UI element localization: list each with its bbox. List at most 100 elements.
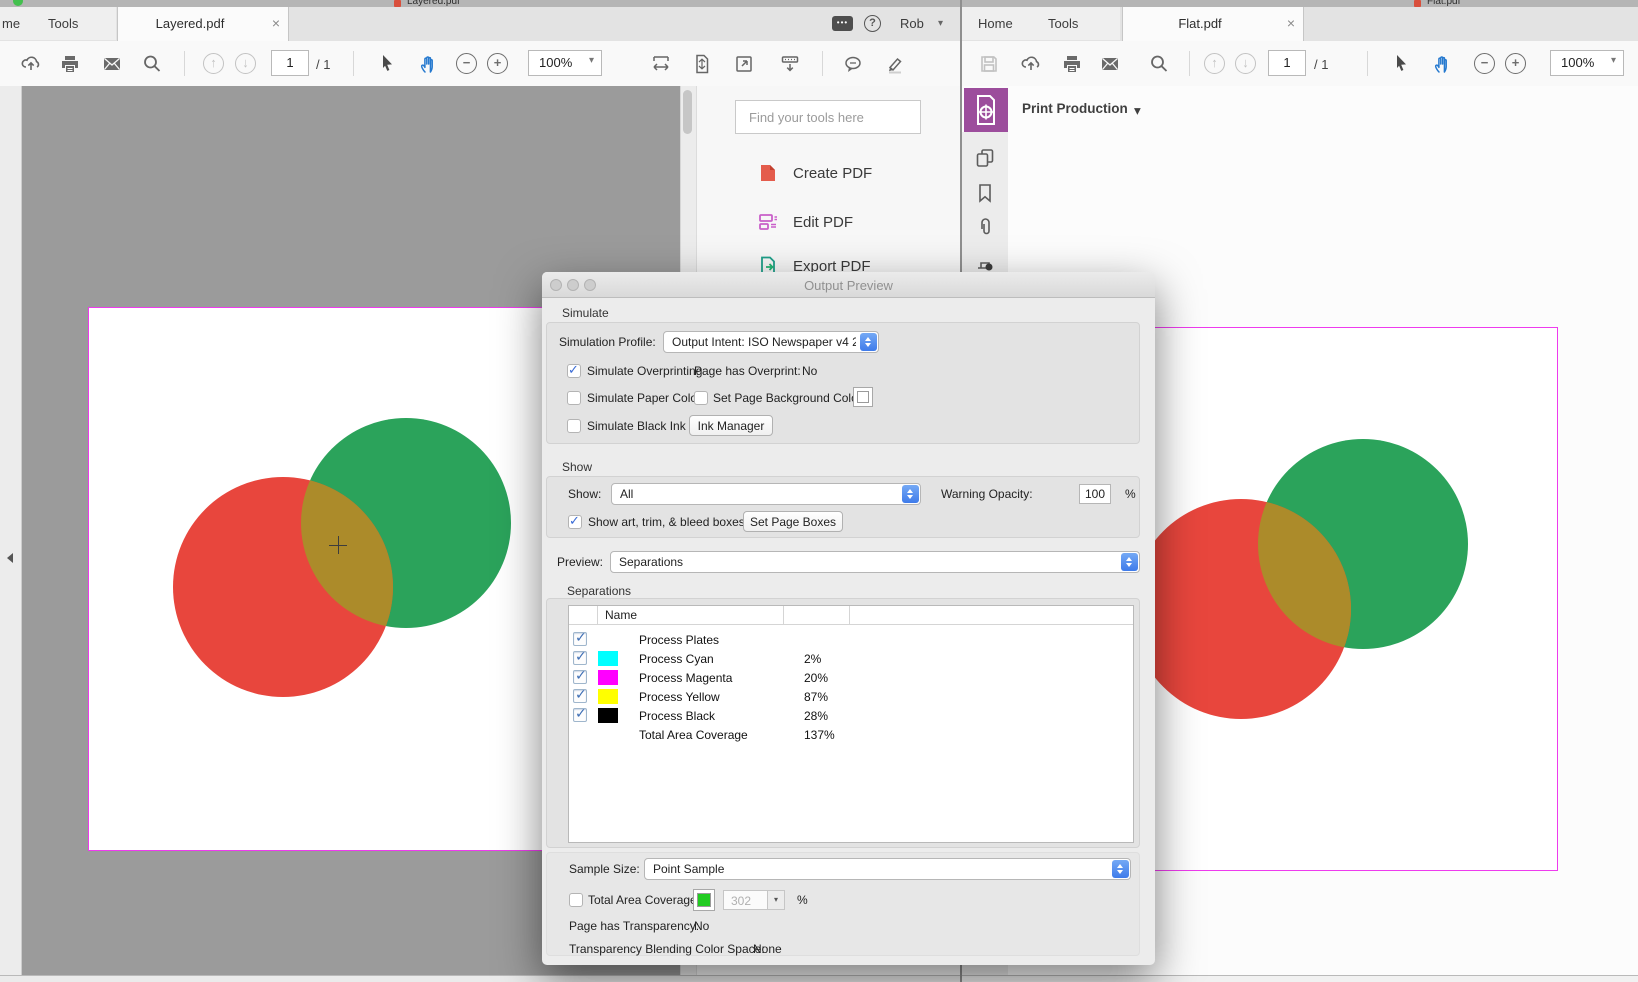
- dialog-titlebar[interactable]: Output Preview: [542, 272, 1155, 298]
- total-area-coverage-checkbox[interactable]: ✓: [569, 893, 583, 907]
- tool-create-pdf[interactable]: Create PDF: [793, 165, 872, 182]
- screen: Layered.pdf me Tools Layered.pdf × ••• ?…: [0, 0, 1638, 982]
- window-title: Flat.pdf: [1427, 0, 1461, 7]
- attachments-icon[interactable]: [974, 216, 996, 238]
- ink-manager-button[interactable]: Ink Manager: [689, 415, 773, 436]
- tool-edit-pdf[interactable]: Edit PDF: [793, 214, 853, 231]
- tab-document-flat[interactable]: Flat.pdf ×: [1122, 7, 1304, 41]
- row-checkbox[interactable]: ✓: [573, 705, 587, 722]
- page-number-input[interactable]: 1: [1268, 50, 1306, 76]
- simulate-black-ink-checkbox[interactable]: ✓: [567, 419, 581, 433]
- row-checkbox[interactable]: ✓: [573, 629, 587, 646]
- pdf-doc-icon: [394, 0, 401, 7]
- simulation-profile-select[interactable]: Output Intent: ISO Newspaper v4 26 (ba..…: [663, 331, 879, 353]
- zoom-level-select[interactable]: 100% ▾: [1550, 50, 1624, 76]
- previous-page-icon[interactable]: ↑: [203, 53, 224, 74]
- bookmarks-icon[interactable]: [974, 182, 996, 204]
- separation-row[interactable]: ✓ Process Magenta 20%: [569, 667, 1133, 687]
- tab-home[interactable]: Home: [978, 16, 1013, 31]
- share-cloud-icon[interactable]: [20, 53, 42, 75]
- tab-tools[interactable]: Tools: [48, 16, 78, 31]
- page-bg-color-well[interactable]: [853, 387, 873, 407]
- previous-page-icon[interactable]: ↑: [1204, 53, 1225, 74]
- hand-tool-icon[interactable]: [1431, 53, 1453, 75]
- scrolling-mode-icon[interactable]: [779, 53, 801, 75]
- sample-size-select[interactable]: Point Sample: [644, 858, 1131, 880]
- print-production-icon[interactable]: [964, 88, 1008, 132]
- row-checkbox[interactable]: ✓: [573, 667, 587, 684]
- warning-opacity-input[interactable]: 100: [1079, 484, 1111, 504]
- separation-row[interactable]: ✓ Process Black 28%: [569, 705, 1133, 725]
- tac-threshold-select[interactable]: 302 ▾: [723, 890, 785, 910]
- hand-tool-icon[interactable]: [417, 53, 439, 75]
- share-cloud-icon[interactable]: [1020, 53, 1042, 75]
- row-checkbox[interactable]: ✓: [573, 686, 587, 703]
- show-boxes-checkbox[interactable]: ✓: [568, 513, 582, 529]
- tab-home[interactable]: me: [2, 16, 20, 31]
- sample-size-label: Sample Size:: [569, 862, 640, 876]
- zoom-in-icon[interactable]: +: [487, 53, 508, 74]
- zoom-caret-icon: ▾: [588, 55, 594, 66]
- search-icon[interactable]: [141, 53, 163, 75]
- zoom-out-icon[interactable]: −: [456, 53, 477, 74]
- preview-label: Preview:: [557, 555, 604, 569]
- tools-search-input[interactable]: Find your tools here: [735, 100, 921, 134]
- fullscreen-icon[interactable]: [733, 53, 755, 75]
- page-has-overprint-label: Page has Overprint:: [694, 364, 801, 378]
- nav-pane-edge[interactable]: [0, 86, 22, 982]
- set-page-bg-color-label: Set Page Background Color: [713, 391, 862, 405]
- page-thumbnails-icon[interactable]: [974, 147, 996, 169]
- traffic-light-green[interactable]: [13, 0, 23, 6]
- set-page-boxes-button[interactable]: Set Page Boxes: [743, 511, 843, 532]
- fit-page-icon[interactable]: [691, 53, 713, 75]
- next-page-icon[interactable]: ↓: [235, 53, 256, 74]
- row-checkbox[interactable]: ✓: [573, 648, 587, 665]
- show-select[interactable]: All: [611, 483, 921, 505]
- page-count: / 1: [316, 57, 331, 72]
- total-area-coverage-label: Total Area Coverage: [588, 893, 697, 907]
- tab-document-layered[interactable]: Layered.pdf ×: [117, 7, 289, 41]
- help-icon[interactable]: ?: [864, 15, 881, 32]
- output-preview-dialog: Output Preview Simulate Simulation Profi…: [542, 272, 1155, 965]
- email-icon[interactable]: [1099, 53, 1121, 75]
- preview-select[interactable]: Separations: [610, 551, 1140, 573]
- show-boxes-label: Show art, trim, & bleed boxes: [588, 515, 745, 529]
- close-tab-icon[interactable]: ×: [272, 15, 280, 31]
- tab-tools[interactable]: Tools: [1048, 16, 1078, 31]
- print-production-label[interactable]: Print Production: [1022, 101, 1128, 116]
- search-icon[interactable]: [1148, 53, 1170, 75]
- page-number-input[interactable]: 1: [271, 50, 309, 76]
- fit-width-icon[interactable]: [650, 53, 672, 75]
- select-stepper-icon: [902, 485, 919, 503]
- separation-row[interactable]: ✓ Process Yellow 87%: [569, 686, 1133, 706]
- collapse-pane-icon[interactable]: [5, 552, 15, 564]
- show-label: Show:: [568, 487, 602, 501]
- account-caret-icon[interactable]: ▾: [938, 18, 943, 29]
- zoom-in-icon[interactable]: +: [1505, 53, 1526, 74]
- simulate-overprinting-checkbox[interactable]: ✓: [567, 362, 581, 378]
- email-icon[interactable]: [101, 53, 123, 75]
- set-page-bg-color-checkbox[interactable]: ✓: [694, 391, 708, 405]
- separation-row[interactable]: ✓ Process Cyan 2%: [569, 648, 1133, 668]
- simulate-paper-color-checkbox[interactable]: ✓: [567, 391, 581, 405]
- next-page-icon[interactable]: ↓: [1235, 53, 1256, 74]
- page-has-transparency-value: No: [694, 919, 710, 933]
- output-preview-tool-icon[interactable]: [974, 250, 996, 272]
- simulate-paper-color-label: Simulate Paper Color: [587, 391, 702, 405]
- pdf-page-flat[interactable]: [1129, 327, 1558, 871]
- zoom-out-icon[interactable]: −: [1474, 53, 1495, 74]
- zoom-level-select[interactable]: 100% ▾: [528, 50, 602, 76]
- comment-icon[interactable]: [842, 53, 864, 75]
- tac-color-well[interactable]: [693, 889, 715, 911]
- highlighter-icon[interactable]: [884, 53, 906, 75]
- account-name[interactable]: Rob: [900, 16, 924, 31]
- save-icon[interactable]: [978, 53, 1000, 75]
- feedback-chat-icon[interactable]: •••: [832, 16, 853, 31]
- close-tab-icon[interactable]: ×: [1287, 15, 1295, 31]
- separation-row[interactable]: ✓ Process Plates: [569, 629, 1133, 649]
- print-icon[interactable]: [1061, 53, 1083, 75]
- separations-table[interactable]: Name ✓ Process Plates ✓ Process Cyan 2% …: [568, 605, 1134, 843]
- select-tool-icon[interactable]: [376, 53, 398, 75]
- select-tool-icon[interactable]: [1390, 53, 1412, 75]
- print-icon[interactable]: [59, 53, 81, 75]
